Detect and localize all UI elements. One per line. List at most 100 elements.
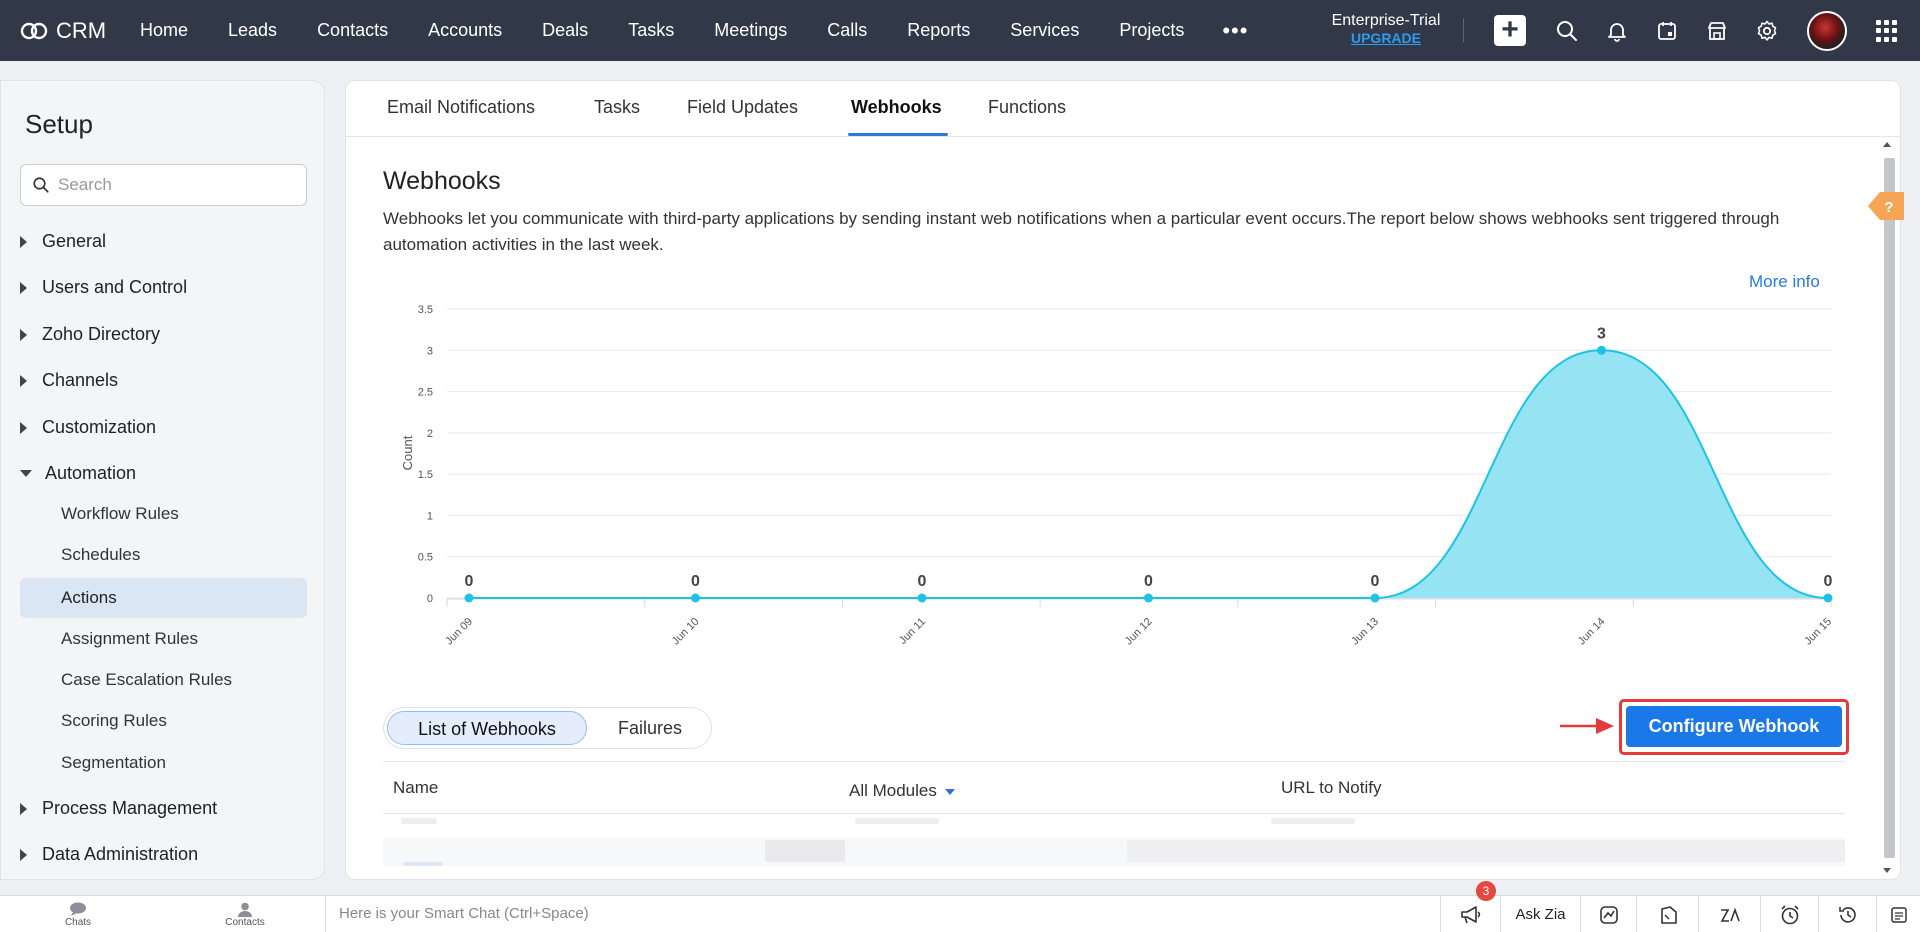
dropdown-caret-icon — [944, 788, 955, 795]
sidebar-item-case-escalation-rules[interactable]: Case Escalation Rules — [20, 660, 307, 700]
help-icon[interactable]: ? — [1864, 186, 1904, 226]
more-modules-icon[interactable]: ••• — [1222, 18, 1248, 44]
gear-icon[interactable] — [1755, 19, 1779, 43]
sidebar-search[interactable] — [20, 164, 307, 206]
calendar-icon[interactable] — [1655, 19, 1679, 43]
nav-item-leads[interactable]: Leads — [228, 20, 277, 41]
ask-zia-label: Ask Zia — [1515, 906, 1566, 923]
history-button[interactable] — [1818, 896, 1876, 932]
scroll-down-arrow-icon[interactable] — [1881, 864, 1893, 876]
sidebar-item-workflow-rules[interactable]: Workflow Rules — [20, 494, 307, 534]
sidebar-group-label: Automation — [45, 463, 137, 483]
recent-items-button[interactable] — [1636, 896, 1698, 932]
list-of-webhooks-button[interactable]: List of Webhooks — [387, 711, 587, 745]
configure-webhook-button[interactable]: Configure Webhook — [1626, 706, 1842, 747]
data-label: 0 — [1144, 573, 1153, 590]
chats-label: Chats — [64, 916, 92, 928]
avatar[interactable] — [1807, 11, 1847, 51]
module-nav: Home Leads Contacts Accounts Deals Tasks… — [140, 0, 1248, 61]
x-tick-label: Jun 11 — [897, 616, 928, 647]
nav-item-calls[interactable]: Calls — [827, 20, 867, 41]
failures-button[interactable]: Failures — [591, 711, 709, 745]
nav-item-reports[interactable]: Reports — [907, 20, 970, 41]
plus-icon[interactable]: + — [1494, 15, 1526, 46]
y-tick-label: 0.5 — [418, 552, 433, 564]
signals-button[interactable] — [1580, 896, 1636, 932]
vertical-scrollbar[interactable] — [1884, 158, 1895, 858]
nav-item-deals[interactable]: Deals — [542, 20, 588, 41]
expand-arrow-icon — [20, 281, 27, 294]
brand-name: CRM — [56, 17, 107, 43]
sidebar-group-label: Data Administration — [42, 844, 199, 864]
expand-arrow-icon — [20, 328, 27, 341]
webhooks-chart: 0 0.5 1 1.5 2 2.5 3 3.5 Count 0 Jun 09 0 Jun 10 0 Jun … — [400, 304, 1834, 648]
y-axis-label: Count — [400, 435, 415, 470]
setup-title: Setup — [25, 109, 93, 139]
sidebar-group-zoho-directory[interactable]: Zoho Directory — [20, 324, 160, 345]
data-point — [1823, 593, 1833, 603]
sidebar-item-scoring-rules[interactable]: Scoring Rules — [20, 701, 307, 741]
zia-insights-button[interactable] — [1698, 896, 1760, 932]
search-icon[interactable] — [1555, 19, 1579, 43]
sidebar-group-users-and-control[interactable]: Users and Control — [20, 277, 187, 298]
redacted-cell — [1127, 840, 1845, 862]
signals-chart-icon — [1599, 905, 1618, 924]
nav-item-tasks[interactable]: Tasks — [628, 20, 674, 41]
webhooks-view-toggle: List of Webhooks Failures — [383, 707, 712, 749]
expand-arrow-icon — [20, 421, 27, 434]
sidebar-group-process-management[interactable]: Process Management — [20, 798, 217, 819]
y-tick-label: 2 — [427, 428, 433, 440]
contacts-button[interactable]: Contacts — [222, 896, 268, 932]
crm-logo-icon — [20, 22, 48, 39]
redacted-cell — [401, 818, 437, 824]
svg-text:?: ? — [1884, 199, 1893, 216]
sidebar-group-channels[interactable]: Channels — [20, 370, 118, 391]
table-row[interactable] — [383, 816, 1845, 866]
expand-arrow-icon — [20, 848, 27, 861]
marketplace-icon[interactable] — [1705, 19, 1729, 43]
sidebar-group-data-administration[interactable]: Data Administration — [20, 844, 198, 865]
sidebar-item-assignment-rules[interactable]: Assignment Rules — [20, 619, 307, 659]
nav-item-meetings[interactable]: Meetings — [714, 20, 787, 41]
reminders-button[interactable] — [1760, 896, 1818, 932]
upgrade-link[interactable]: UPGRADE — [1320, 30, 1452, 46]
nav-item-projects[interactable]: Projects — [1119, 20, 1184, 41]
sidebar-item-actions[interactable]: Actions — [20, 578, 307, 618]
main-panel: Email Notifications Tasks Field Updates … — [345, 80, 1901, 880]
data-label: 0 — [691, 573, 700, 590]
data-point — [1144, 593, 1153, 603]
sidebar-group-automation[interactable]: Automation — [20, 463, 136, 484]
ask-zia-button[interactable]: Ask Zia — [1500, 896, 1580, 932]
sidebar-search-input[interactable] — [58, 175, 288, 195]
smart-chat-input[interactable]: Here is your Smart Chat (Ctrl+Space) — [325, 896, 1440, 932]
sidebar-group-label: Channels — [42, 370, 119, 390]
notes-button[interactable] — [1876, 896, 1920, 932]
announcement-button[interactable] — [1440, 896, 1500, 932]
data-label: 0 — [918, 573, 927, 590]
data-point — [691, 593, 700, 603]
data-label: 0 — [1371, 573, 1380, 590]
nav-item-home[interactable]: Home — [140, 20, 188, 41]
nav-item-services[interactable]: Services — [1010, 20, 1079, 41]
nav-item-contacts[interactable]: Contacts — [317, 20, 388, 41]
sidebar-group-customization[interactable]: Customization — [20, 417, 156, 438]
bell-icon[interactable] — [1605, 19, 1629, 43]
data-label: 0 — [465, 573, 474, 590]
redacted-cell — [1271, 818, 1355, 824]
sidebar-group-general[interactable]: General — [20, 231, 106, 252]
nav-item-accounts[interactable]: Accounts — [428, 20, 502, 41]
apps-grid-icon[interactable] — [1876, 20, 1898, 42]
contacts-label: Contacts — [225, 916, 265, 928]
megaphone-icon — [1460, 905, 1480, 923]
x-tick-label: Jun 15 — [1802, 616, 1834, 648]
sidebar-item-schedules[interactable]: Schedules — [20, 535, 307, 575]
sidebar-group-label: Process Management — [42, 798, 218, 818]
scroll-up-arrow-icon[interactable] — [1881, 139, 1893, 151]
chats-button[interactable]: Chats — [58, 896, 98, 932]
data-label: 0 — [1824, 573, 1833, 590]
chat-bubble-icon — [70, 902, 86, 916]
crm-logo[interactable]: CRM — [20, 18, 140, 44]
x-tick-label: Jun 14 — [1576, 616, 1608, 648]
sidebar-item-segmentation[interactable]: Segmentation — [20, 743, 307, 783]
modules-filter[interactable]: All Modules — [849, 781, 955, 801]
